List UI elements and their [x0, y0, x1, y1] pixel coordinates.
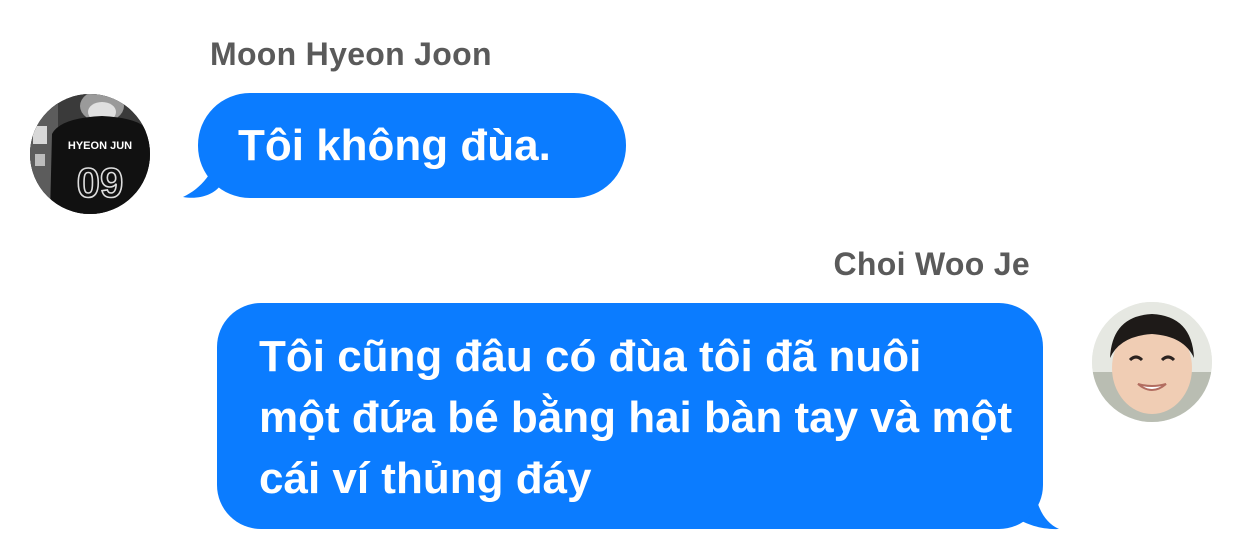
avatar-child-face-image	[1092, 302, 1212, 422]
avatar-moon-hyeon-joon[interactable]: HYEON JUN 09	[30, 94, 150, 214]
avatar-jersey-image: HYEON JUN 09	[30, 94, 150, 214]
sender-name-choi-woo-je: Choi Woo Je	[833, 246, 1030, 282]
message-text: Tôi không đùa.	[238, 121, 551, 170]
message-text: Tôi cũng đâu có đùa tôi đã nuôi một đứa …	[259, 332, 1013, 503]
avatar-choi-woo-je[interactable]	[1092, 302, 1212, 422]
sender-name-moon-hyeon-joon: Moon Hyeon Joon	[210, 36, 492, 72]
message-bubble-outgoing[interactable]: Tôi cũng đâu có đùa tôi đã nuôi một đứa …	[217, 303, 1043, 529]
avatar-jersey-number: 09	[77, 159, 124, 206]
message-bubble-incoming[interactable]: Tôi không đùa.	[198, 93, 626, 198]
avatar-jersey-name: HYEON JUN	[68, 140, 132, 152]
